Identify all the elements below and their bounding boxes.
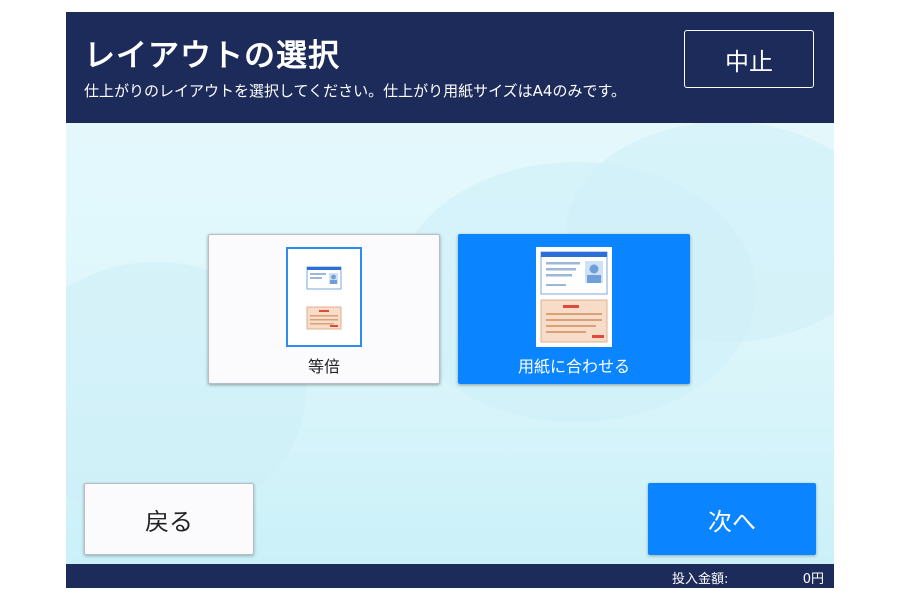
cancel-button[interactable]: 中止 [684, 30, 814, 88]
next-button[interactable]: 次へ [648, 483, 816, 555]
layout-option-actual-size[interactable]: 等倍 [208, 234, 440, 384]
fit-to-paper-layout-icon [536, 247, 612, 347]
header: レイアウトの選択 仕上がりのレイアウトを選択してください。仕上がり用紙サイズはA… [66, 12, 834, 123]
layout-option-fit-to-paper[interactable]: 用紙に合わせる [458, 234, 690, 384]
page-subtitle: 仕上がりのレイアウトを選択してください。仕上がり用紙サイズはA4のみです。 [84, 82, 626, 100]
option-label: 用紙に合わせる [517, 357, 630, 376]
footer-bar: 投入金額: 0円 [66, 564, 834, 588]
option-label: 等倍 [307, 357, 340, 376]
actual-size-layout-icon [286, 247, 362, 347]
page-title: レイアウトの選択 [84, 38, 340, 74]
kiosk-screen: レイアウトの選択 仕上がりのレイアウトを選択してください。仕上がり用紙サイズはA… [66, 12, 834, 588]
inserted-amount-value: 0円 [802, 572, 824, 587]
inserted-amount-label: 投入金額: [672, 572, 729, 587]
back-button[interactable]: 戻る [84, 483, 254, 555]
